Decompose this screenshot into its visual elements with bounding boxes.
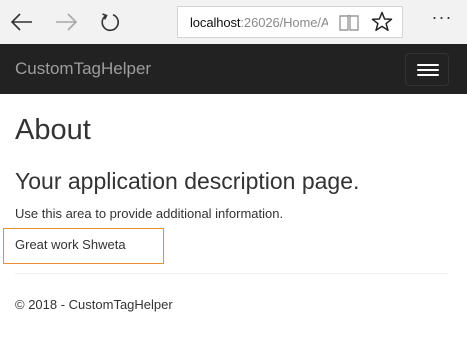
custom-message: Great work Shweta [15,237,126,252]
hamburger-icon-bar [417,74,439,76]
reading-view-icon [339,14,359,31]
browser-toolbar: localhost:26026/Home/About ··· [0,0,467,44]
address-bar[interactable]: localhost:26026/Home/About [177,6,403,38]
favorite-button[interactable] [371,11,393,33]
custom-tag-helper-box: Great work Shweta [3,228,164,264]
page-title: About [15,114,91,146]
url-host: localhost [190,15,241,30]
more-icon: ··· [431,7,453,27]
site-navbar: CustomTagHelper [0,44,467,94]
more-button[interactable]: ··· [428,7,456,34]
forward-arrow-icon [56,13,77,31]
footer-divider [15,273,448,274]
back-arrow-icon [11,13,32,31]
footer-copyright: © 2018 - CustomTagHelper [15,297,173,312]
refresh-button[interactable] [96,8,124,36]
refresh-icon [101,13,119,32]
url-text[interactable]: localhost:26026/Home/About [190,15,328,30]
navbar-toggle-button[interactable] [405,53,449,86]
reading-view-button[interactable] [338,13,360,33]
hamburger-icon [417,64,439,66]
star-icon [371,11,393,32]
brand-link[interactable]: CustomTagHelper [15,59,151,79]
back-button[interactable] [8,8,36,36]
forward-button[interactable] [52,8,80,36]
page-description: Use this area to provide additional info… [15,206,284,221]
hamburger-icon-bar [417,69,439,71]
page-subtitle: Your application description page. [15,168,360,194]
url-path: :26026/Home/About [240,15,328,30]
